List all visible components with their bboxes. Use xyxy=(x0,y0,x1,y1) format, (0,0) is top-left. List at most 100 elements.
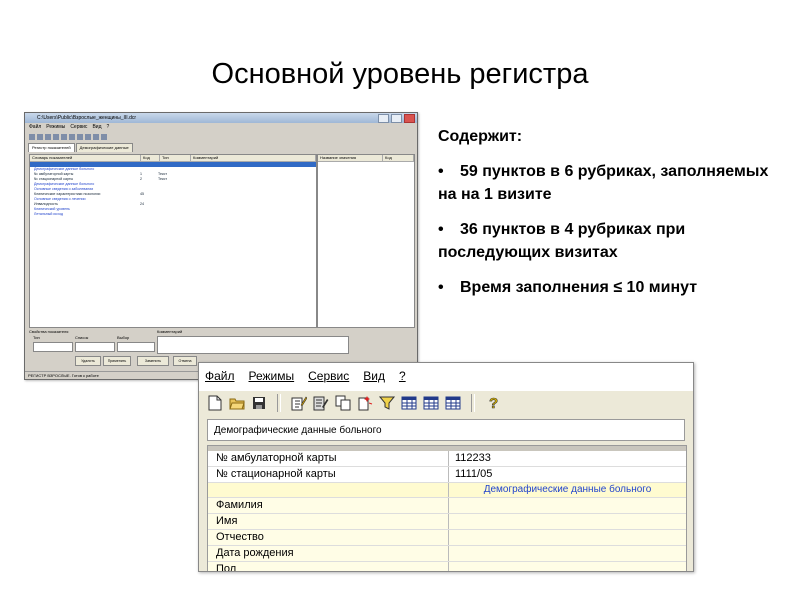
type-select[interactable] xyxy=(33,342,73,352)
comment-field[interactable] xyxy=(157,336,349,354)
type-label: Тип xyxy=(33,335,40,340)
col-code[interactable]: Код xyxy=(141,155,160,161)
zoom-toolbar: ? xyxy=(207,391,687,415)
tab-register[interactable]: Регистр показателей xyxy=(28,143,75,152)
table-row[interactable]: Пол xyxy=(208,561,686,571)
row-key: № амбулаторной карты xyxy=(208,451,449,466)
col-value-name[interactable]: Название значения xyxy=(318,155,383,161)
grid-icon[interactable] xyxy=(77,133,83,140)
menu-view[interactable]: Вид xyxy=(92,123,101,132)
bullet-item: • 36 пунктов в 4 рубриках при последующих… xyxy=(438,218,778,264)
grid-icon[interactable] xyxy=(85,133,91,140)
magic-wand-icon[interactable] xyxy=(357,395,373,411)
row-key: Отчество xyxy=(208,529,449,545)
table-row[interactable]: Дата рождения xyxy=(208,545,686,562)
table-row[interactable]: Имя xyxy=(208,514,686,530)
row-value[interactable] xyxy=(449,514,686,529)
cancel-button[interactable]: Отмена xyxy=(173,356,197,366)
open-icon[interactable] xyxy=(37,133,43,140)
menu-file[interactable]: Файл xyxy=(29,123,41,132)
minimize-button[interactable] xyxy=(378,114,389,123)
save-icon[interactable] xyxy=(251,395,267,411)
menu-modes[interactable]: Режимы xyxy=(46,123,65,132)
demographics-table: № амбулаторной карты 112233 № стационарн… xyxy=(207,445,687,571)
open-folder-icon[interactable] xyxy=(229,395,245,411)
list-label: Список xyxy=(75,335,89,340)
menu-help[interactable]: ? xyxy=(106,123,109,132)
help-icon[interactable]: ? xyxy=(485,395,501,411)
small-tabs: Регистр показателей Демографические данн… xyxy=(25,143,417,152)
maximize-button[interactable] xyxy=(391,114,402,123)
small-toolbar xyxy=(25,132,417,141)
window-titlebar: C:\Users\Public\Взрослые_женщины_III.dcr xyxy=(25,113,417,123)
info-heading: Содержит: xyxy=(438,128,523,145)
edit-icon[interactable] xyxy=(291,395,307,411)
indicator-grid: Словарь показателей Код Тип Комментарий … xyxy=(29,154,317,328)
table-row[interactable]: Отчество xyxy=(208,529,686,546)
svg-text:?: ? xyxy=(489,395,498,411)
row-value[interactable] xyxy=(449,498,686,513)
menu-modes[interactable]: Режимы xyxy=(249,369,295,383)
menu-view[interactable]: Вид xyxy=(363,369,385,383)
table-section-row: Демографические данные больного xyxy=(208,482,686,499)
row-key xyxy=(208,482,449,498)
menu-file[interactable]: Файл xyxy=(205,369,235,383)
row-key: Пол xyxy=(208,561,449,571)
edit-record-icon[interactable] xyxy=(313,395,329,411)
table-row[interactable]: № стационарной карты 1111/05 xyxy=(208,466,686,483)
tab-demographics[interactable]: Демографические данные xyxy=(75,143,133,152)
filter-icon[interactable] xyxy=(379,395,395,411)
table-icon[interactable] xyxy=(401,395,417,411)
window-controls xyxy=(378,114,415,123)
menu-service[interactable]: Сервис xyxy=(308,369,349,383)
grid-header: Словарь показателей Код Тип Комментарий xyxy=(30,155,316,162)
row-key: Дата рождения xyxy=(208,545,449,561)
edit-icon[interactable] xyxy=(53,133,59,140)
new-file-icon[interactable] xyxy=(207,395,223,411)
section-title: Демографические данные больного xyxy=(207,419,685,441)
bullet-marker: • xyxy=(438,221,444,238)
table-row[interactable]: Фамилия xyxy=(208,498,686,515)
help-icon[interactable] xyxy=(101,133,107,140)
bullet-marker: • xyxy=(438,279,444,296)
values-grid: Название значения Код xyxy=(317,154,415,328)
choice-select[interactable] xyxy=(117,342,155,352)
grid-row[interactable]: Летальный исход xyxy=(30,212,316,217)
col-type[interactable]: Тип xyxy=(160,155,191,161)
replace-button[interactable]: Заменить xyxy=(137,356,169,366)
comment-label: Комментарий xyxy=(157,329,183,334)
new-icon[interactable] xyxy=(29,133,35,140)
delete-button[interactable]: Удалить xyxy=(75,356,101,366)
col-value-code[interactable]: Код xyxy=(383,155,414,161)
values-grid-header: Название значения Код xyxy=(318,155,414,162)
section-label: Демографические данные больного xyxy=(449,482,686,498)
row-value[interactable] xyxy=(449,562,686,571)
row-value[interactable]: 112233 xyxy=(449,451,686,466)
save-icon[interactable] xyxy=(45,133,51,140)
bullet-text: Время заполнения ≤ 10 минут xyxy=(460,279,698,296)
menu-service[interactable]: Сервис xyxy=(70,123,87,132)
list-select[interactable] xyxy=(75,342,115,352)
toolbar-separator xyxy=(471,394,475,412)
row-value[interactable] xyxy=(449,546,686,561)
zoomed-app-window: Файл Режимы Сервис Вид ? ? Демографическ… xyxy=(198,362,694,572)
copy-icon[interactable] xyxy=(335,395,351,411)
table-row[interactable]: № амбулаторной карты 112233 xyxy=(208,451,686,467)
col-comment[interactable]: Комментарий xyxy=(191,155,316,161)
row-value[interactable] xyxy=(449,530,686,545)
table-icon[interactable] xyxy=(423,395,439,411)
bullet-text: 36 пунктов в 4 рубриках при последующих … xyxy=(438,221,686,261)
tool-icon[interactable] xyxy=(61,133,67,140)
col-dictionary[interactable]: Словарь показателей xyxy=(30,155,141,161)
apply-button[interactable]: Применить xyxy=(103,356,131,366)
row-key: Имя xyxy=(208,514,449,529)
info-panel: Содержит: • 59 пунктов в 6 рубриках, запо… xyxy=(438,128,778,311)
row-value[interactable]: 1111/05 xyxy=(449,467,686,482)
table-icon[interactable] xyxy=(445,395,461,411)
grid-icon[interactable] xyxy=(93,133,99,140)
close-button[interactable] xyxy=(404,114,415,123)
toolbar-separator xyxy=(277,394,281,412)
tool-icon[interactable] xyxy=(69,133,75,140)
row-key: № стационарной карты xyxy=(208,466,449,482)
menu-help[interactable]: ? xyxy=(399,369,406,383)
